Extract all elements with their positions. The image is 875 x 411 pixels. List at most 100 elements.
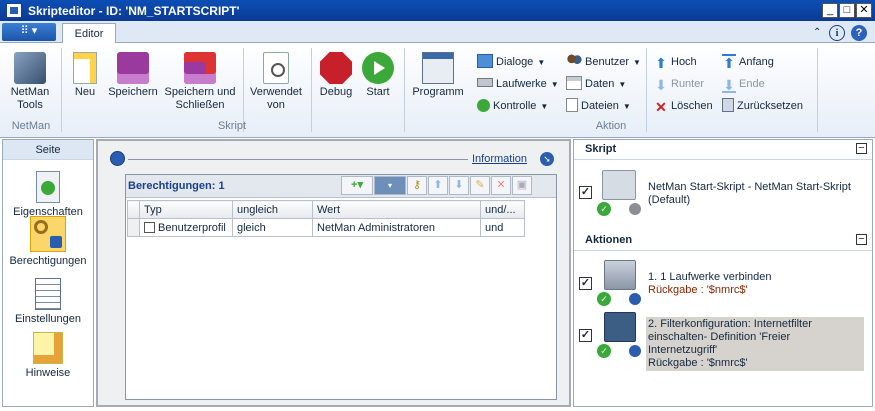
speichern-und-schliessen-button[interactable]: Speichern und Schließen — [160, 52, 240, 112]
permissions-table: Typ ungleich Wert und/... Benutzerprofil… — [127, 200, 525, 237]
cell-ungleich[interactable]: gleich — [232, 218, 313, 237]
magnifier-document-icon — [263, 52, 289, 84]
ribbon-separator — [817, 48, 818, 132]
minimize-button[interactable]: _ — [822, 3, 838, 18]
dialoge-menu[interactable]: Dialoge ▼ — [477, 52, 545, 72]
drive-icon — [477, 78, 493, 87]
header-underline — [574, 159, 872, 160]
add-entry-icon[interactable]: +▾ — [341, 176, 373, 195]
laufwerke-menu[interactable]: Laufwerke ▼ — [477, 74, 559, 94]
bug-icon — [320, 52, 352, 84]
lock-blue-icon — [629, 345, 641, 357]
header-underline — [574, 250, 872, 251]
netman-tools-button[interactable]: NetMan Tools — [4, 52, 56, 112]
app-icon[interactable] — [6, 3, 22, 18]
grid-title: Berechtigungen: 1 — [128, 180, 225, 192]
collapse-arrow-icon[interactable]: ➘ — [540, 152, 554, 166]
benutzer-menu[interactable]: Benutzer ▼ — [566, 52, 641, 72]
collapse-skript-toggle[interactable]: − — [856, 143, 867, 154]
row-selector[interactable] — [127, 218, 140, 237]
loeschen-button[interactable]: ✕ Löschen — [654, 96, 712, 116]
skript-checkbox[interactable]: ✓ — [579, 186, 592, 199]
dateien-menu[interactable]: Dateien ▼ — [566, 96, 631, 116]
close-button[interactable]: ✕ — [856, 3, 872, 18]
skript-item-label[interactable]: NetMan Start-Skript - NetMan Start-Skrip… — [648, 181, 868, 207]
new-document-icon — [73, 52, 97, 84]
action-1-checkbox[interactable]: ✓ — [579, 277, 592, 290]
maximize-button[interactable]: □ — [839, 3, 855, 18]
ribbon-tab-row — [0, 21, 875, 43]
enabled-check-icon: ✓ — [597, 292, 611, 306]
header-divider — [128, 159, 468, 160]
table-header-row: Typ ungleich Wert und/... — [127, 200, 525, 219]
lock-blue-icon — [629, 293, 641, 305]
save-close-icon — [184, 52, 216, 84]
arrow-bottom-icon: ⬇ — [722, 77, 736, 93]
verwendet-von-button[interactable]: Verwendet von — [246, 52, 306, 112]
table-icon — [566, 76, 582, 90]
sidebar-item-eigenschaften[interactable]: Eigenschaften — [3, 171, 93, 218]
speichern-button[interactable]: Speichern — [106, 52, 160, 99]
edit-pencil-icon[interactable]: ✎ — [470, 176, 490, 195]
editor-panel: Information ➘ Berechtigungen: 1 +▾ ▾ ⚷ ⬆ ⬇ ✎ ✕… — [98, 141, 569, 405]
enabled-check-icon: ✓ — [597, 202, 611, 216]
column-header-ungleich[interactable]: ungleich — [232, 200, 313, 219]
title-bar: Skripteditor - ID: 'NM_STARTSCRIPT' _ □ … — [0, 0, 875, 21]
move-up-icon[interactable]: ⬆ — [428, 176, 448, 195]
save-disk-icon — [117, 52, 149, 84]
row-selector-header — [127, 200, 140, 219]
hoch-button[interactable]: ⬆ Hoch — [654, 52, 697, 72]
cell-und[interactable]: und — [480, 218, 525, 237]
sidebar-header: Seite — [3, 140, 93, 160]
information-link[interactable]: Information — [472, 153, 527, 165]
programm-button[interactable]: Programm — [408, 52, 468, 99]
sidebar-item-berechtigungen[interactable]: Berechtigungen — [3, 216, 93, 267]
collapse-ribbon-icon[interactable]: ⌃ — [813, 27, 821, 38]
start-button[interactable]: Start — [358, 52, 398, 99]
column-header-und[interactable]: und/... — [480, 200, 525, 219]
script-gear-icon — [602, 170, 636, 200]
aktionen-section-header: Aktionen — [585, 234, 633, 246]
clear-icon[interactable]: ▣ — [512, 176, 532, 195]
action-2-label[interactable]: 2. Filterkonfiguration: Internetfilter e… — [646, 317, 864, 371]
collapse-aktionen-toggle[interactable]: − — [856, 234, 867, 245]
file-icon — [566, 98, 578, 112]
script-tree-panel: Skript − ✓ ✓ NetMan Start-Skript - NetMa… — [573, 139, 873, 407]
cell-typ[interactable]: Benutzerprofil — [139, 218, 233, 237]
grid-container: Berechtigungen: 1 +▾ ▾ ⚷ ⬆ ⬇ ✎ ✕ ▣ Typ ungleich… — [125, 174, 557, 400]
dialog-icon — [477, 54, 493, 68]
lock-icon — [110, 151, 125, 166]
info-icon[interactable]: i — [829, 25, 845, 41]
column-header-wert[interactable]: Wert — [312, 200, 481, 219]
move-down-icon[interactable]: ⬇ — [449, 176, 469, 195]
ende-button[interactable]: ⬇ Ende — [722, 74, 765, 94]
delete-icon[interactable]: ✕ — [491, 176, 511, 195]
drive-connect-icon — [604, 260, 636, 290]
action-1-label[interactable]: 1. 1 Laufwerke verbinden Rückgabe : '$nm… — [648, 271, 868, 297]
settings-list-icon — [35, 278, 61, 310]
daten-menu[interactable]: Daten ▼ — [566, 74, 626, 94]
zuruecksetzen-button[interactable]: Zurücksetzen — [722, 96, 803, 116]
help-icon[interactable]: ? — [851, 25, 867, 41]
action-2-checkbox[interactable]: ✓ — [579, 329, 592, 342]
runter-button[interactable]: ⬇ Runter — [654, 74, 704, 94]
anfang-button[interactable]: ⬆ Anfang — [722, 52, 774, 72]
properties-icon — [36, 171, 60, 203]
sidebar-item-hinweise[interactable]: Hinweise — [3, 332, 93, 379]
debug-button[interactable]: Debug — [314, 52, 358, 99]
tab-editor[interactable]: Editor — [62, 23, 116, 44]
key-icon[interactable]: ⚷ — [407, 176, 427, 195]
application-menu-button[interactable]: ⠿ ▾ — [2, 23, 56, 41]
group-label-netman: NetMan — [11, 120, 51, 132]
neu-button[interactable]: Neu — [67, 52, 103, 99]
control-icon — [477, 99, 490, 112]
table-row[interactable]: Benutzerprofil gleich NetMan Administrat… — [127, 218, 525, 237]
window-title: Skripteditor - ID: 'NM_STARTSCRIPT' — [28, 4, 240, 18]
kontrolle-menu[interactable]: Kontrolle ▼ — [477, 96, 548, 116]
user-profile-icon — [144, 221, 155, 233]
sidebar-item-einstellungen[interactable]: Einstellungen — [3, 278, 93, 325]
import-icon[interactable]: ▾ — [374, 176, 406, 195]
column-header-typ[interactable]: Typ — [139, 200, 233, 219]
arrow-top-icon: ⬆ — [722, 54, 736, 71]
cell-wert[interactable]: NetMan Administratoren — [312, 218, 481, 237]
